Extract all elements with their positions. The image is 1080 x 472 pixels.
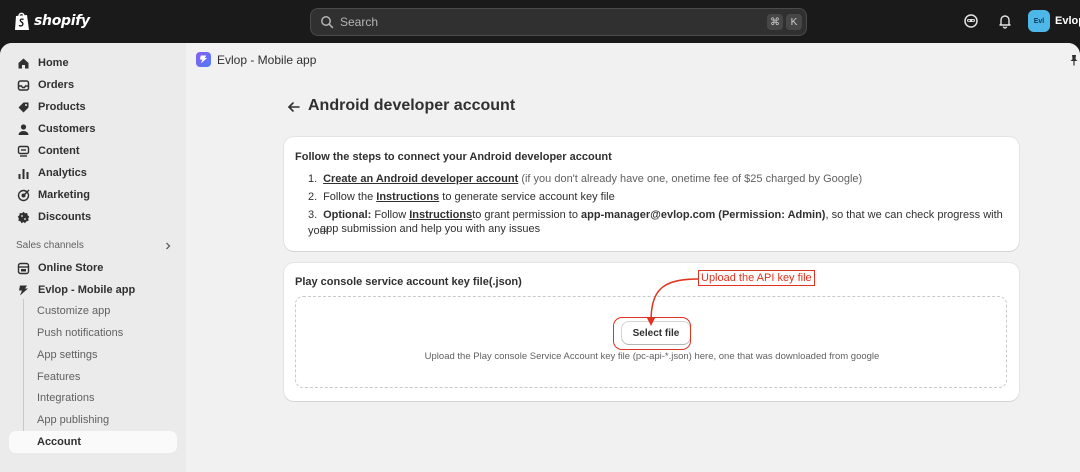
- sub-item-customize-app[interactable]: Customize app: [9, 300, 177, 322]
- sidebar-item-label: Home: [38, 57, 69, 69]
- sales-channels-label: Sales channels: [16, 240, 84, 251]
- search-bar[interactable]: Search ⌘ K: [310, 8, 807, 36]
- admin-frame: Home Orders Products Customers Content A…: [0, 43, 1080, 472]
- page-title: Android developer account: [308, 97, 516, 114]
- step-2-pre: Follow the: [323, 191, 377, 203]
- orders-icon: [17, 79, 30, 91]
- sub-item-integrations[interactable]: Integrations: [9, 387, 177, 409]
- sidebar-item-label: Discounts: [38, 211, 92, 223]
- evlop-bolt-icon: [199, 55, 208, 64]
- manager-email: app-manager@evlop.com (Permission: Admin…: [581, 209, 826, 221]
- step-3-continuation: app submission and help you with any iss…: [320, 223, 541, 235]
- sub-item-push-notifications[interactable]: Push notifications: [9, 322, 177, 344]
- step-1: 1. Create an Android developer account (…: [308, 171, 1008, 187]
- step-2: 2. Follow the Instructions to generate s…: [308, 189, 1008, 205]
- store-name: Evlop -: [1055, 15, 1080, 27]
- sidebar-item-home[interactable]: Home: [9, 52, 177, 74]
- steps-card-heading: Follow the steps to connect your Android…: [295, 151, 612, 163]
- sidebar-item-label: Products: [38, 101, 86, 113]
- app-header: Evlop - Mobile app: [186, 43, 1080, 77]
- back-arrow-icon[interactable]: [286, 99, 302, 115]
- dropzone-hint: Upload the Play console Service Account …: [424, 351, 880, 362]
- store-avatar: Evl: [1028, 10, 1050, 32]
- store-menu-button[interactable]: Evl Evlop -: [1028, 10, 1080, 32]
- sidebar-item-label: Orders: [38, 79, 75, 91]
- search-icon: [321, 16, 334, 29]
- sidebar-item-evlop-mobile-app[interactable]: Evlop - Mobile app: [9, 279, 177, 301]
- sidebar-item-products[interactable]: Products: [9, 96, 177, 118]
- sidebar-item-online-store[interactable]: Online Store: [9, 257, 177, 279]
- sidebar-item-orders[interactable]: Orders: [9, 74, 177, 96]
- sidebar-item-analytics[interactable]: Analytics: [9, 162, 177, 184]
- sub-item-app-publishing[interactable]: App publishing: [9, 409, 177, 431]
- discount-icon: [17, 211, 30, 223]
- shortcut-key-cmd: ⌘: [767, 14, 783, 30]
- shopify-bag-icon: [15, 12, 29, 30]
- pin-icon[interactable]: [1069, 54, 1079, 66]
- sidebar-item-label: Evlop - Mobile app: [38, 284, 136, 296]
- sidebar-item-marketing[interactable]: Marketing: [9, 184, 177, 206]
- shortcut-key-k: K: [786, 14, 802, 30]
- tag-icon: [18, 102, 29, 112]
- app-header-title: Evlop - Mobile app: [217, 53, 317, 67]
- person-icon: [18, 123, 29, 135]
- top-bar: shopify Search ⌘ K Evl Evlop -: [0, 0, 1080, 43]
- home-icon: [18, 58, 29, 68]
- search-placeholder: Search: [340, 15, 379, 29]
- create-android-account-link[interactable]: Create an Android developer account: [323, 173, 518, 185]
- step-number: 3.: [308, 209, 318, 221]
- steps-card: Follow the steps to connect your Android…: [284, 137, 1019, 251]
- shopify-wordmark: shopify: [34, 13, 90, 29]
- evlop-app-logo: [196, 52, 211, 67]
- sub-item-account[interactable]: Account: [9, 431, 177, 453]
- step-2-post: to generate service account key file: [439, 191, 615, 203]
- sidebar: Home Orders Products Customers Content A…: [0, 43, 186, 472]
- upload-card: Play console service account key file(.j…: [284, 263, 1019, 401]
- sidebar-item-label: Customers: [38, 123, 96, 135]
- sidebar-item-content[interactable]: Content: [9, 140, 177, 162]
- main-content: Evlop - Mobile app Android developer acc…: [186, 43, 1080, 472]
- instructions-link-2[interactable]: Instructions: [409, 209, 472, 221]
- shopify-logo[interactable]: shopify: [14, 11, 90, 31]
- sidebar-item-label: Marketing: [38, 189, 90, 201]
- annotation-label: Upload the API key file: [698, 270, 815, 286]
- step-1-note: (if you don't already have one, onetime …: [518, 173, 863, 185]
- sidebar-item-label: Online Store: [38, 262, 104, 274]
- content-icon: [17, 145, 30, 157]
- chevron-right-icon[interactable]: [163, 241, 173, 251]
- sidekick-icon[interactable]: [963, 13, 979, 29]
- step-number: 1.: [308, 173, 318, 185]
- step-3-mid: to grant permission to: [472, 209, 582, 221]
- sidebar-item-discounts[interactable]: Discounts: [9, 206, 177, 228]
- target-icon: [17, 189, 30, 201]
- store-icon: [17, 262, 30, 274]
- file-dropzone[interactable]: Select file Upload the Play console Serv…: [295, 296, 1007, 388]
- evlop-icon: [19, 285, 28, 295]
- sidebar-item-label: Content: [38, 145, 80, 157]
- bar-chart-icon: [18, 168, 29, 179]
- sidebar-item-label: Analytics: [38, 167, 87, 179]
- instructions-link-1[interactable]: Instructions: [376, 191, 439, 203]
- upload-card-heading: Play console service account key file(.j…: [295, 276, 522, 288]
- optional-label: Optional:: [323, 209, 372, 221]
- step-number: 2.: [308, 191, 318, 203]
- select-file-button[interactable]: Select file: [622, 322, 690, 344]
- sub-item-features[interactable]: Features: [9, 366, 177, 388]
- bell-icon[interactable]: [997, 13, 1013, 29]
- step-3-pre: Follow: [371, 209, 410, 221]
- sub-item-app-settings[interactable]: App settings: [9, 344, 177, 366]
- sidebar-item-customers[interactable]: Customers: [9, 118, 177, 140]
